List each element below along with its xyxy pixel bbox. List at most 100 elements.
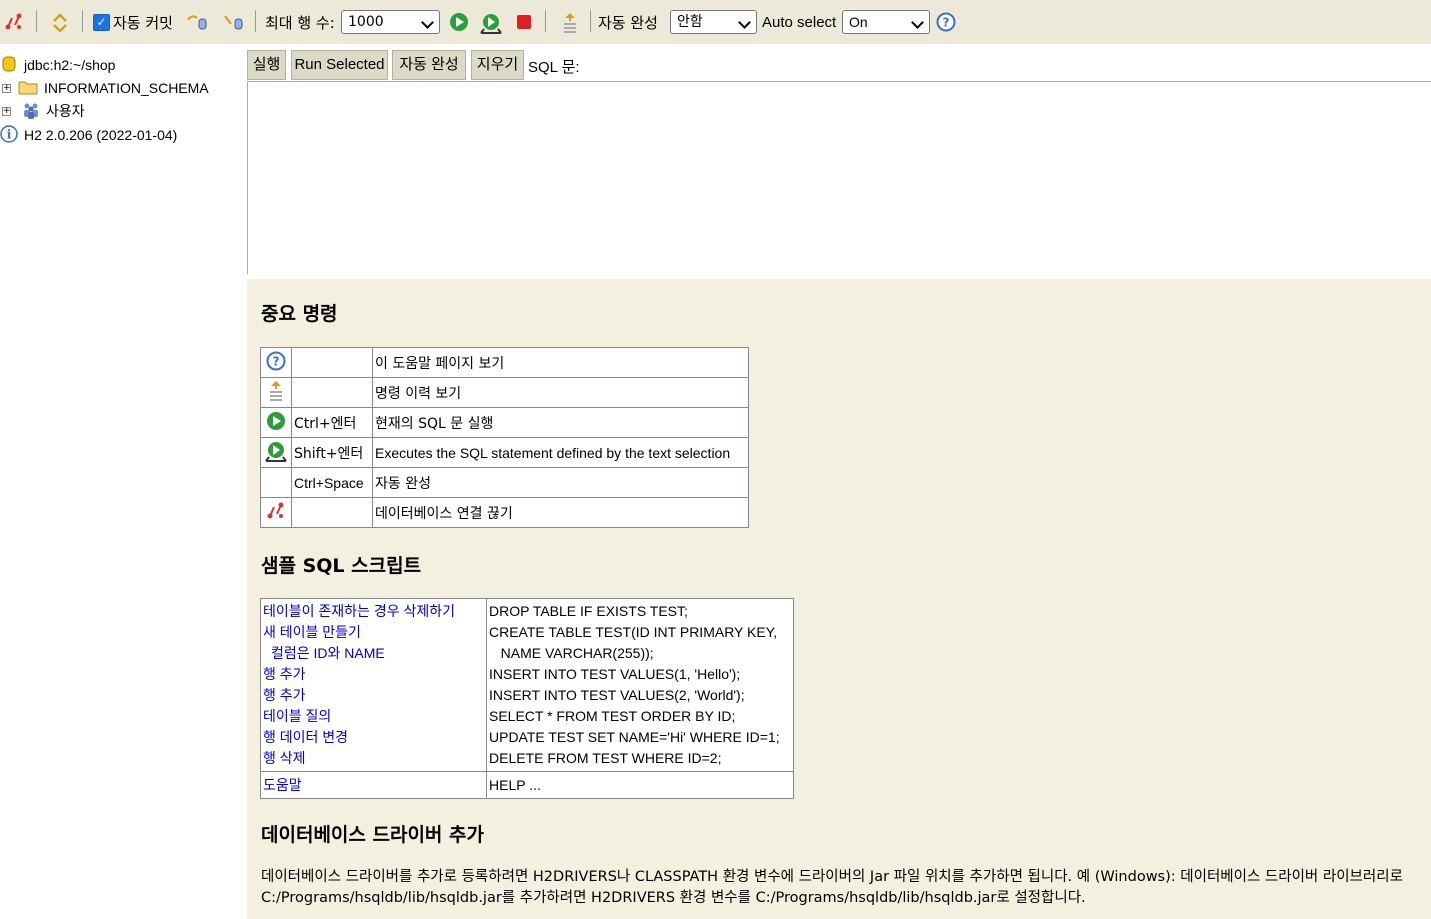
tree-item-users[interactable]: + 사용자: [0, 100, 85, 122]
query-toolbar: 실행 Run Selected 자동 완성 지우기 SQL 문:: [247, 44, 1431, 82]
command-desc: 이 도움말 페이지 보기: [372, 347, 749, 378]
important-commands-heading: 중요 명령: [261, 303, 338, 325]
autocomplete-button[interactable]: 자동 완성: [392, 50, 466, 80]
disconnect-button[interactable]: [4, 0, 24, 44]
tree-item-label: 사용자: [46, 104, 85, 120]
autocomplete-value: 안함: [677, 14, 703, 30]
sample-code-line: INSERT INTO TEST VALUES(1, 'Hello');: [489, 666, 741, 682]
svg-text:i: i: [7, 128, 12, 142]
tree-connection[interactable]: jdbc:h2:~/shop: [2, 54, 115, 76]
sample-code-line: NAME VARCHAR(255));: [489, 645, 654, 661]
history-icon: [560, 12, 580, 33]
autocomplete-label: 자동 완성: [598, 13, 658, 32]
sample-sql-heading: 샘플 SQL 스크립트: [261, 555, 422, 577]
stop-button[interactable]: [514, 0, 534, 44]
sample-link-update[interactable]: 행 데이터 변경: [263, 727, 484, 748]
disconnect-icon: [266, 502, 286, 525]
svg-text:?: ?: [943, 16, 950, 30]
rollback-button[interactable]: [186, 0, 207, 44]
table-row: 명령 이력 보기: [260, 377, 749, 408]
help-icon: ?: [266, 351, 286, 375]
sample-link-help[interactable]: 도움말: [263, 775, 484, 796]
help-button[interactable]: ?: [936, 0, 956, 44]
tree-version: i H2 2.0.206 (2022-01-04): [0, 124, 177, 146]
run-selected-button[interactable]: [480, 0, 502, 44]
run-icon: [449, 12, 469, 32]
autocommit-label: 자동 커밋: [113, 13, 173, 32]
history-button[interactable]: [560, 0, 580, 44]
help-icon: ?: [936, 12, 956, 32]
command-key: Shift+엔터: [291, 437, 373, 468]
folder-icon: [18, 78, 40, 98]
table-row: Shift+엔터 Executes the SQL statement defi…: [260, 437, 749, 468]
command-desc: Executes the SQL statement defined by th…: [372, 437, 749, 468]
toolbar: ✓ 자동 커밋 최대 행 수: 1000 자동 완성 안함 Auto selec…: [0, 0, 1431, 44]
expand-icon: +: [2, 82, 11, 93]
max-rows-value: 1000: [348, 14, 384, 30]
tree-item-information-schema[interactable]: + INFORMATION_SCHEMA: [0, 77, 209, 99]
sample-link-select[interactable]: 테이블 질의: [263, 706, 484, 727]
chevron-down-icon: [738, 16, 751, 29]
result-panel: 중요 명령 ? 이 도움말 페이지 보기 명령 이력 보기 Ctrl+엔터 현재…: [247, 279, 1431, 919]
command-key: [291, 497, 373, 528]
sample-code-line: INSERT INTO TEST VALUES(2, 'World');: [489, 687, 745, 703]
command-key: Ctrl+엔터: [291, 407, 373, 438]
object-tree: jdbc:h2:~/shop + INFORMATION_SCHEMA + 사용…: [0, 44, 246, 919]
expand-icon: +: [2, 105, 11, 116]
history-icon: [266, 380, 286, 406]
table-row: Ctrl+엔터 현재의 SQL 문 실행: [260, 407, 749, 438]
sample-link-create[interactable]: 새 테이블 만들기: [263, 622, 484, 643]
stop-icon: [514, 12, 534, 32]
svg-text:?: ?: [273, 354, 280, 368]
table-row: Ctrl+Space 자동 완성: [260, 467, 749, 498]
command-desc: 명령 이력 보기: [372, 377, 749, 408]
rollback-icon: [186, 12, 207, 32]
sample-link-insert-1[interactable]: 행 추가: [263, 664, 484, 685]
command-key: [291, 347, 373, 378]
run-selected-icon: [265, 441, 287, 466]
version-label: H2 2.0.206 (2022-01-04): [24, 127, 178, 143]
refresh-button[interactable]: [50, 0, 70, 44]
add-driver-heading: 데이터베이스 드라이버 추가: [261, 824, 484, 846]
chevron-down-icon: [421, 16, 434, 29]
sql-statement-label: SQL 문:: [528, 59, 580, 76]
autoselect-value: On: [849, 14, 868, 30]
connection-label: jdbc:h2:~/shop: [24, 57, 116, 73]
sample-code-line: DELETE FROM TEST WHERE ID=2;: [489, 750, 722, 766]
max-rows-select[interactable]: 1000: [341, 10, 440, 34]
sample-link-delete[interactable]: 행 삭제: [263, 748, 484, 769]
tree-item-label: INFORMATION_SCHEMA: [44, 80, 209, 96]
table-row: 도움말 HELP ...: [260, 771, 794, 799]
sample-link-columns[interactable]: 컬럼은 ID와 NAME: [263, 643, 484, 664]
refresh-icon: [50, 12, 70, 33]
commands-table: ? 이 도움말 페이지 보기 명령 이력 보기 Ctrl+엔터 현재의 SQL …: [260, 347, 749, 528]
chevron-down-icon: [911, 16, 924, 29]
run-button[interactable]: [449, 0, 469, 44]
command-desc: 데이터베이스 연결 끊기: [372, 497, 749, 528]
sample-link-insert-2[interactable]: 행 추가: [263, 685, 484, 706]
sample-code-line: SELECT * FROM TEST ORDER BY ID;: [489, 708, 736, 724]
sample-code-line: UPDATE TEST SET NAME='Hi' WHERE ID=1;: [489, 729, 780, 745]
run-icon: [266, 411, 286, 435]
command-key: [291, 377, 373, 408]
add-driver-text: 데이터베이스 드라이버를 추가로 등록하려면 H2DRIVERS나 CLASSP…: [261, 869, 1403, 906]
run-selected-sql-button[interactable]: Run Selected: [291, 50, 388, 80]
sample-code-line: DROP TABLE IF EXISTS TEST;: [489, 603, 688, 619]
database-icon: [2, 55, 18, 75]
max-rows-label: 최대 행 수:: [265, 13, 335, 32]
sample-link-drop[interactable]: 테이블이 존재하는 경우 삭제하기: [263, 601, 484, 622]
autocommit-checkbox[interactable]: ✓: [93, 0, 110, 44]
commit-icon: [222, 12, 243, 32]
sql-input[interactable]: [247, 81, 1431, 274]
run-selected-icon: [480, 12, 502, 34]
table-row: 데이터베이스 연결 끊기: [260, 497, 749, 528]
table-row: ? 이 도움말 페이지 보기: [260, 347, 749, 378]
autoselect-select[interactable]: On: [842, 10, 930, 34]
disconnect-icon: [4, 12, 24, 32]
clear-button[interactable]: 지우기: [471, 50, 524, 80]
commit-button[interactable]: [222, 0, 243, 44]
info-icon: i: [0, 125, 18, 145]
autocomplete-select[interactable]: 안함: [670, 10, 757, 34]
command-desc: 현재의 SQL 문 실행: [372, 407, 749, 438]
run-sql-button[interactable]: 실행: [247, 50, 286, 80]
